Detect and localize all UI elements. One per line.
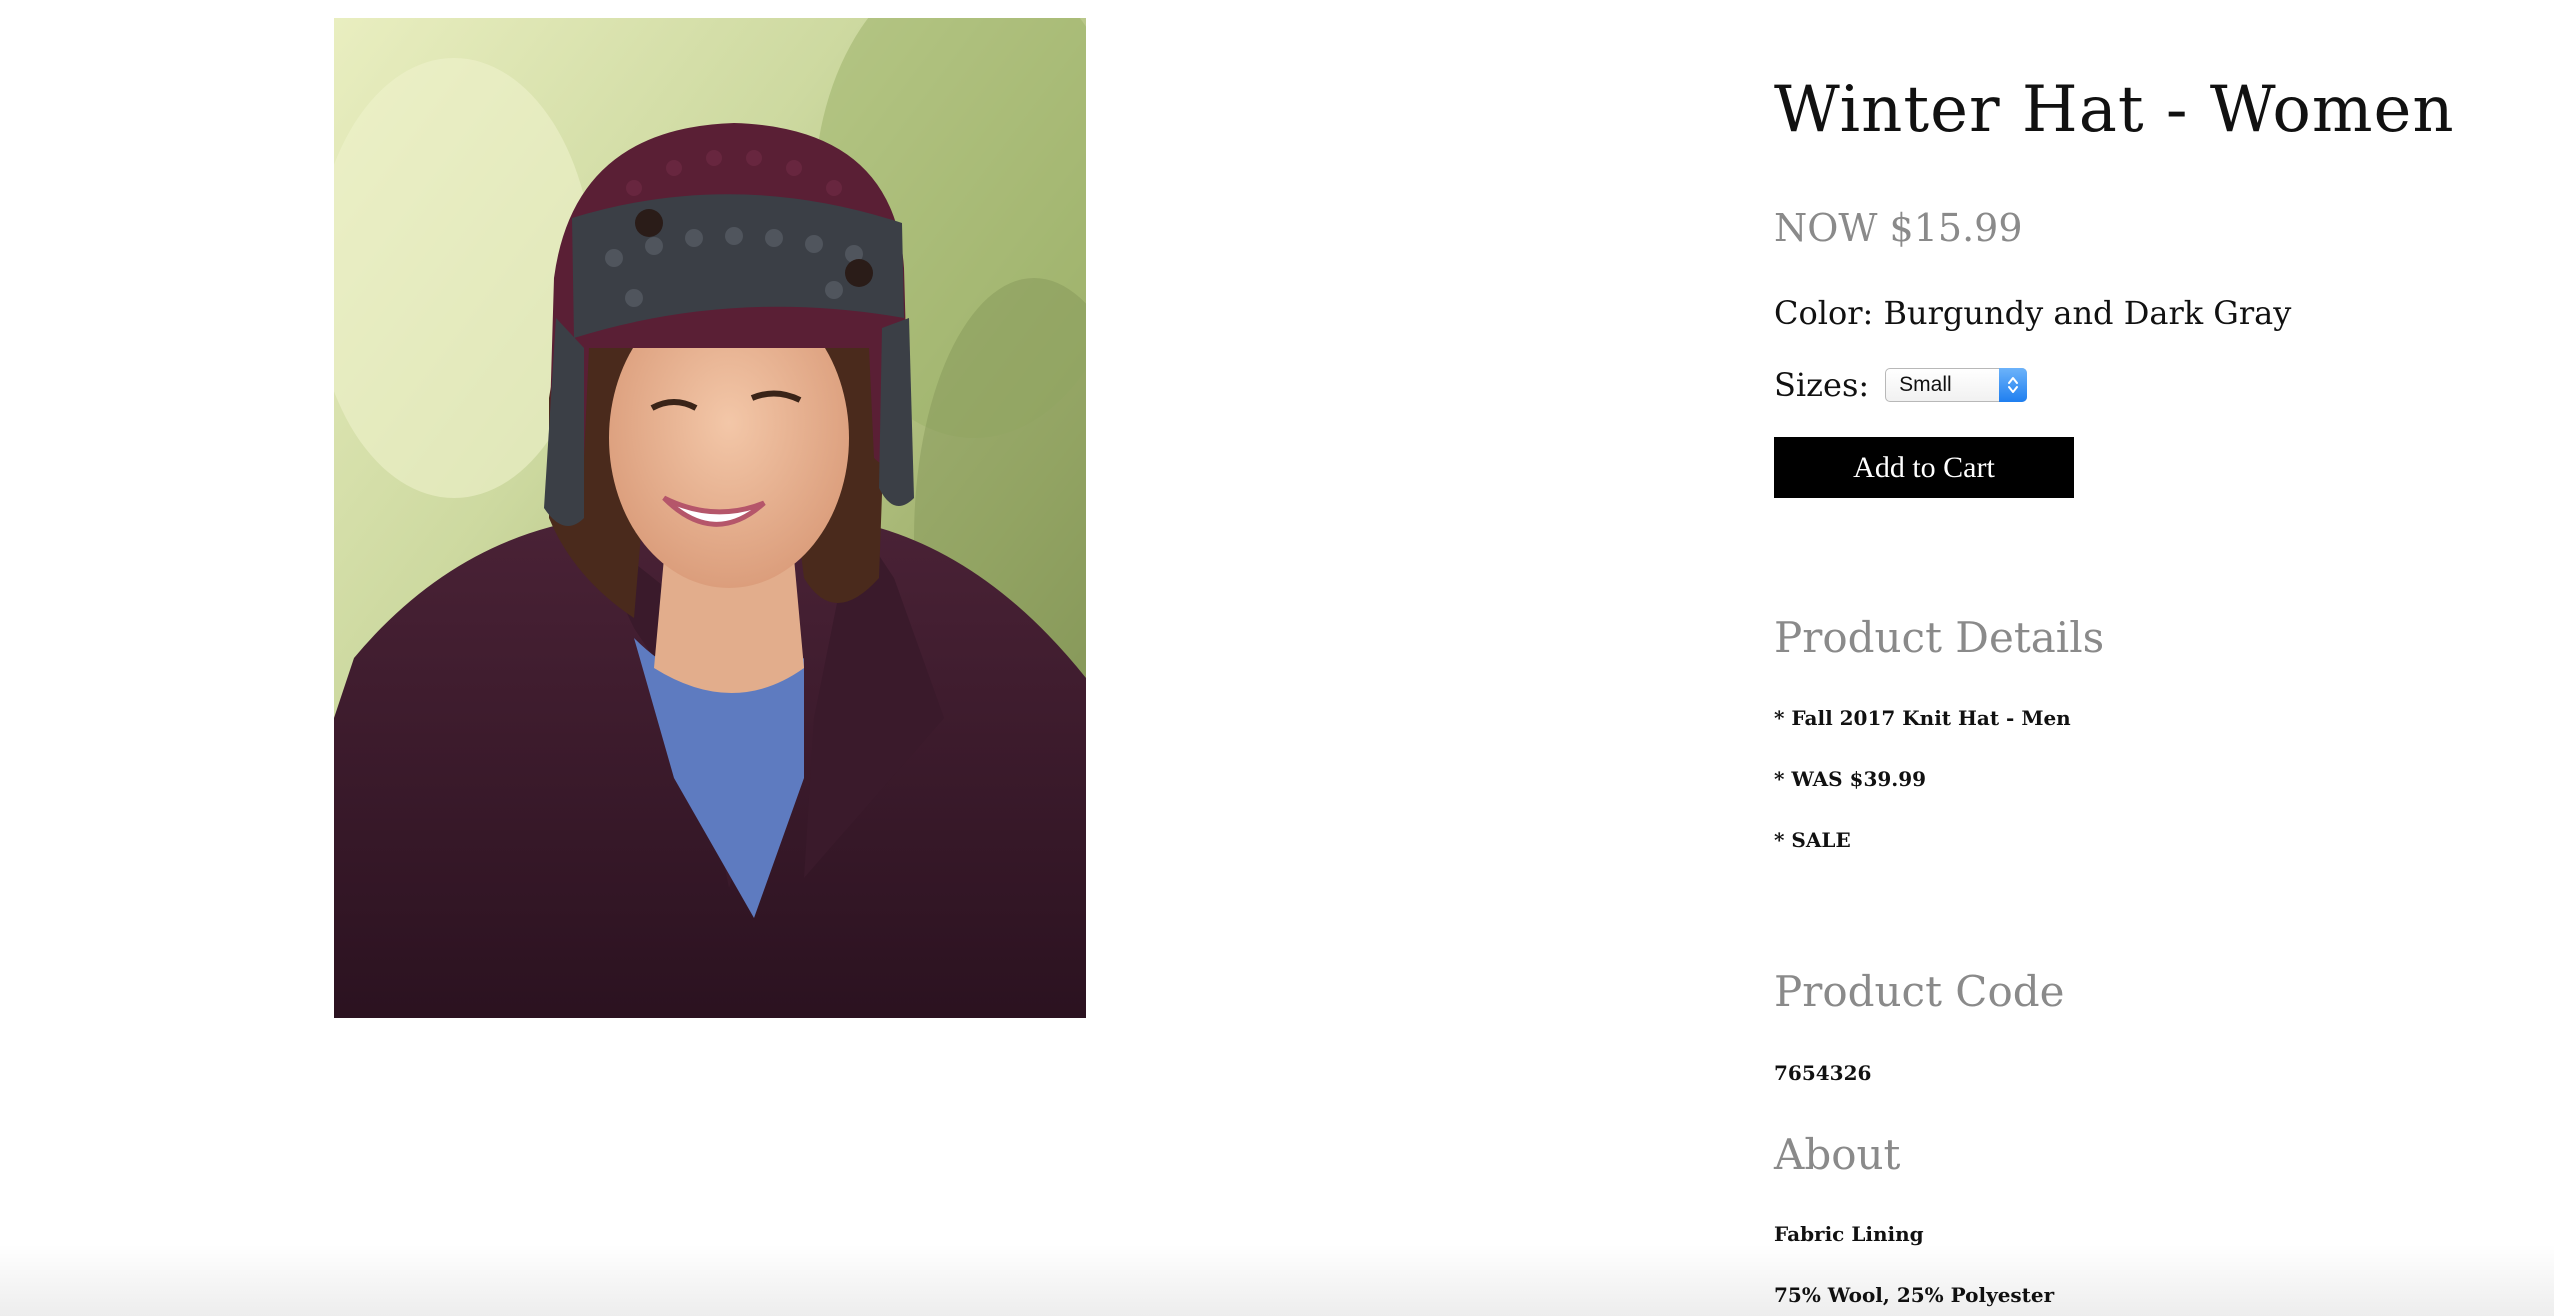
chevron-up-down-icon	[1999, 368, 2028, 402]
product-details-heading: Product Details	[1774, 613, 2105, 662]
sizes-label: Sizes:	[1774, 366, 1870, 404]
product-photo-image	[334, 18, 1086, 1018]
product-title: Winter Hat - Women	[1774, 73, 2455, 147]
about-line: 75% Wool, 25% Polyester	[1774, 1283, 2055, 1307]
size-select[interactable]: Small	[1885, 368, 2028, 402]
product-code-value: 7654326	[1774, 1061, 1872, 1085]
product-page: Winter Hat - Women NOW $15.99 Color: Bur…	[0, 0, 2554, 1316]
sizes-row: Sizes: Small	[1774, 360, 2028, 410]
bottom-shade	[0, 1244, 2554, 1316]
detail-item: * WAS $39.99	[1774, 767, 1927, 791]
product-color: Color: Burgundy and Dark Gray	[1774, 294, 2292, 332]
product-photo	[334, 18, 1086, 1018]
size-select-value: Small	[1899, 373, 1952, 396]
product-code-heading: Product Code	[1774, 967, 2065, 1016]
about-heading: About	[1774, 1130, 1901, 1179]
detail-item: * SALE	[1774, 828, 1851, 852]
about-line: Fabric Lining	[1774, 1222, 1924, 1246]
product-price: NOW $15.99	[1774, 206, 2023, 250]
detail-item: * Fall 2017 Knit Hat - Men	[1774, 706, 2071, 730]
add-to-cart-button[interactable]: Add to Cart	[1774, 437, 2074, 498]
